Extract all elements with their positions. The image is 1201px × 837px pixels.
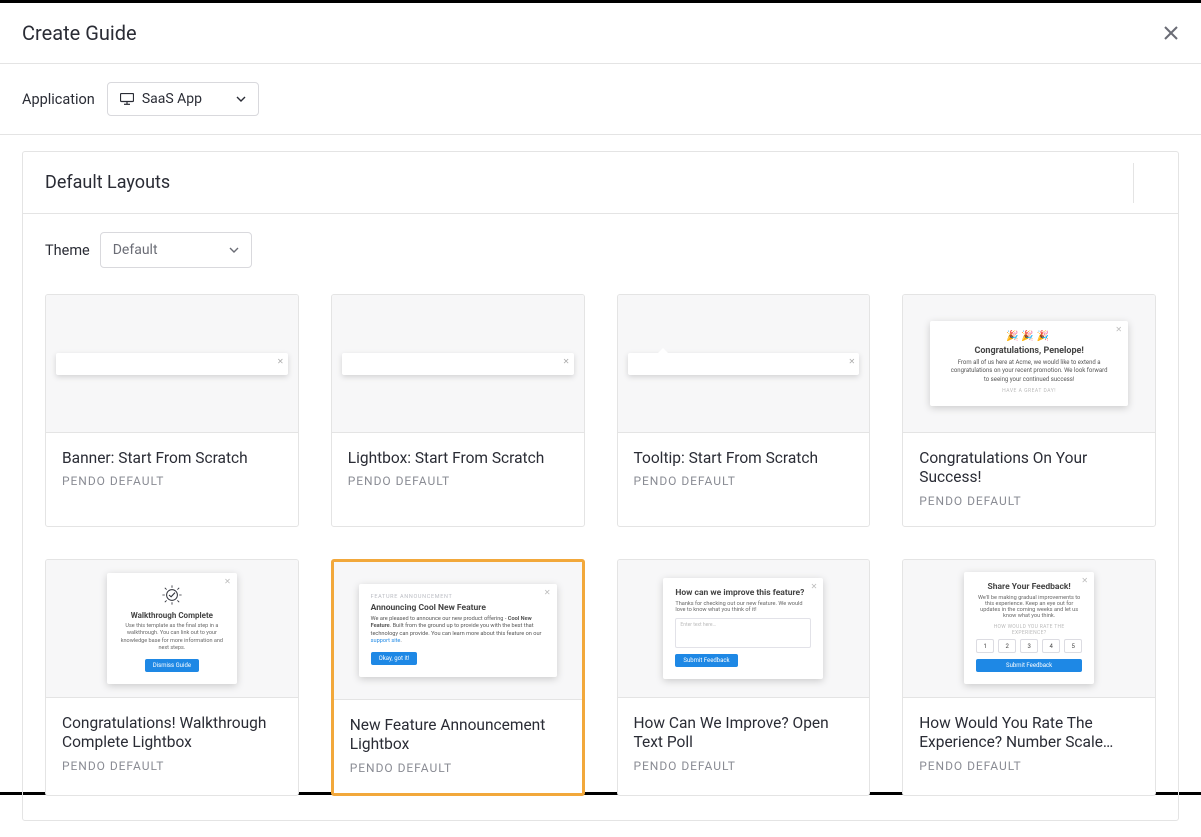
- theme-select[interactable]: Default: [100, 232, 252, 268]
- close-icon: ✕: [544, 588, 551, 597]
- modal-title: Create Guide: [22, 21, 137, 45]
- layout-title: Congratulations! Walkthrough Complete Li…: [62, 714, 282, 753]
- layout-subtitle: PENDO DEFAULT: [634, 759, 854, 773]
- close-icon: ✕: [811, 582, 818, 591]
- panel-header: Default Layouts: [23, 152, 1178, 214]
- panel-collapse-toggle[interactable]: [1133, 163, 1178, 203]
- layout-subtitle: PENDO DEFAULT: [62, 759, 282, 773]
- layout-thumb: ✕: [332, 295, 584, 433]
- layout-subtitle: PENDO DEFAULT: [919, 494, 1139, 508]
- layout-title: How Can We Improve? Open Text Poll: [634, 714, 854, 753]
- modal-header: Create Guide: [0, 3, 1201, 64]
- close-icon: ✕: [1081, 576, 1088, 585]
- layout-card-tooltip[interactable]: ✕ Tooltip: Start From Scratch PENDO DEFA…: [617, 294, 871, 527]
- layout-card-number-scale-poll[interactable]: ✕ Share Your Feedback! We'll be making g…: [902, 559, 1156, 796]
- theme-row: Theme Default: [23, 214, 1178, 278]
- layout-grid: ✕ Banner: Start From Scratch PENDO DEFAU…: [23, 278, 1178, 820]
- check-badge-icon: [119, 583, 225, 607]
- chevron-down-icon: [236, 94, 246, 104]
- layout-subtitle: PENDO DEFAULT: [350, 761, 566, 775]
- monitor-icon: [120, 93, 134, 105]
- layout-thumb: ✕ How can we improve this feature? Thank…: [618, 560, 870, 698]
- layout-title: Congratulations On Your Success!: [919, 449, 1139, 488]
- layout-title: Lightbox: Start From Scratch: [348, 449, 568, 468]
- layout-card-congrats[interactable]: ✕ 🎉🎉🎉 Congratulations, Penelope! From al…: [902, 294, 1156, 527]
- layout-thumb: ✕: [46, 560, 298, 698]
- close-icon: ✕: [849, 357, 856, 366]
- layout-subtitle: PENDO DEFAULT: [348, 474, 568, 488]
- application-row: Application SaaS App: [0, 64, 1201, 135]
- confetti-icon: 🎉🎉🎉: [942, 331, 1116, 342]
- layout-thumb: ✕: [618, 295, 870, 433]
- layout-subtitle: PENDO DEFAULT: [634, 474, 854, 488]
- close-icon: ✕: [563, 357, 570, 366]
- close-icon: ✕: [224, 577, 231, 586]
- layout-title: Tooltip: Start From Scratch: [634, 449, 854, 468]
- layout-card-walkthrough[interactable]: ✕: [45, 559, 299, 796]
- application-select[interactable]: SaaS App: [107, 82, 259, 116]
- layout-card-banner[interactable]: ✕ Banner: Start From Scratch PENDO DEFAU…: [45, 294, 299, 527]
- application-label: Application: [22, 91, 95, 108]
- theme-selected: Default: [113, 242, 158, 258]
- close-icon: [1163, 25, 1179, 41]
- layout-card-feature-announcement[interactable]: ✕ FEATURE ANNOUNCEMENT Announcing Cool N…: [331, 559, 585, 796]
- layout-thumb: ✕ 🎉🎉🎉 Congratulations, Penelope! From al…: [903, 295, 1155, 433]
- chevron-down-icon: [229, 245, 239, 255]
- default-layouts-panel: Default Layouts Theme Default ✕: [22, 151, 1179, 821]
- layout-title: How Would You Rate The Experience? Numbe…: [919, 714, 1139, 753]
- close-icon: ✕: [277, 357, 284, 366]
- layout-subtitle: PENDO DEFAULT: [919, 759, 1139, 773]
- layout-card-lightbox[interactable]: ✕ Lightbox: Start From Scratch PENDO DEF…: [331, 294, 585, 527]
- close-icon: ✕: [1115, 325, 1122, 334]
- layout-title: New Feature Announcement Lightbox: [350, 716, 566, 755]
- layout-title: Banner: Start From Scratch: [62, 449, 282, 468]
- layout-thumb: ✕ FEATURE ANNOUNCEMENT Announcing Cool N…: [334, 562, 582, 700]
- application-selected: SaaS App: [142, 91, 202, 107]
- layout-thumb: ✕: [46, 295, 298, 433]
- layout-card-open-text-poll[interactable]: ✕ How can we improve this feature? Thank…: [617, 559, 871, 796]
- panel-title: Default Layouts: [45, 172, 170, 193]
- layout-thumb: ✕ Share Your Feedback! We'll be making g…: [903, 560, 1155, 698]
- theme-label: Theme: [45, 242, 90, 259]
- close-button[interactable]: [1163, 25, 1179, 41]
- layout-subtitle: PENDO DEFAULT: [62, 474, 282, 488]
